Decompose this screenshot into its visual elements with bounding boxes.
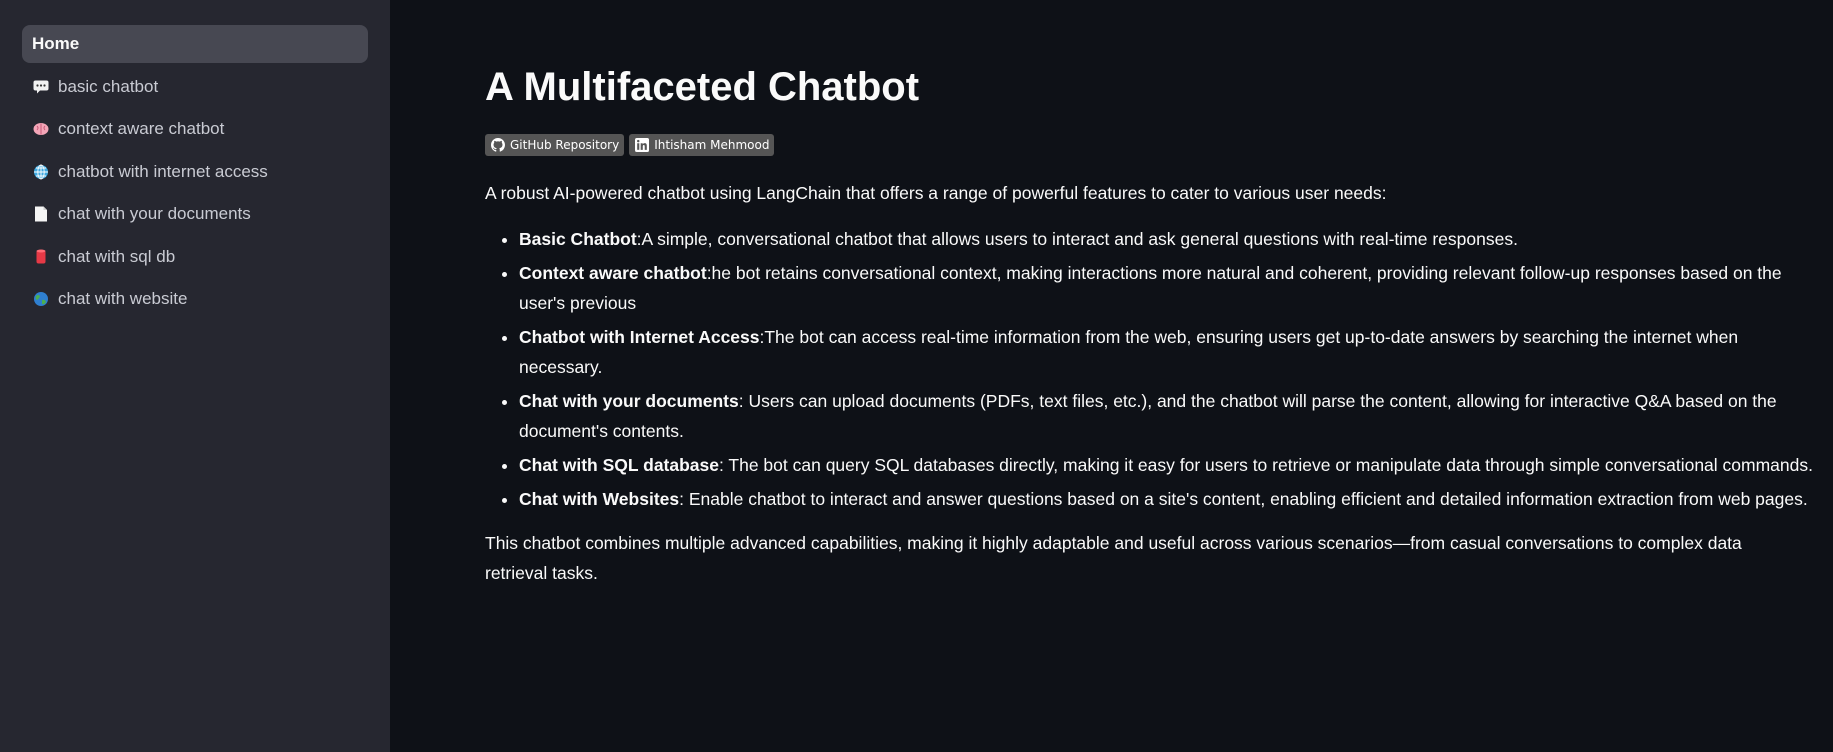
sidebar: Home basic chatbot context aware chatbot… <box>0 0 390 752</box>
sidebar-item-label: chat with your documents <box>58 204 251 223</box>
globe-meridians-icon <box>32 163 50 181</box>
list-item: Context aware chatbot:he bot retains con… <box>519 258 1833 318</box>
feature-text: : Enable chatbot to interact and answer … <box>679 489 1808 509</box>
github-badge[interactable]: GitHub Repository <box>485 134 625 156</box>
linkedin-icon <box>634 138 649 153</box>
feature-name: Context aware chatbot <box>519 263 707 283</box>
list-item: Basic Chatbot:A simple, conversational c… <box>519 224 1833 254</box>
sidebar-item-label: chat with sql db <box>58 246 176 266</box>
sidebar-item-label: Home <box>32 34 80 53</box>
list-item: Chat with your documents: Users can uplo… <box>519 386 1833 446</box>
feature-text: :he bot retains conversational context, … <box>519 263 1782 313</box>
main-content: A Multifaceted Chatbot GitHub Repository… <box>390 0 1833 752</box>
intro-paragraph: A robust AI-powered chatbot using LangCh… <box>485 183 1387 203</box>
linkedin-badge[interactable]: Ihtisham Mehmood <box>629 134 775 156</box>
sidebar-item-label: chat with website <box>58 289 188 308</box>
feature-text: : The bot can query SQL databases direct… <box>719 455 1813 475</box>
badge-label: Ihtisham Mehmood <box>654 138 770 152</box>
app-root: Home basic chatbot context aware chatbot… <box>0 0 1833 752</box>
badge-row: GitHub Repository Ihtisham Mehmood <box>485 134 1833 156</box>
database-icon <box>32 248 50 266</box>
sidebar-item-chat-website[interactable]: chat with website <box>22 280 368 318</box>
sidebar-item-chatbot-internet[interactable]: chatbot with internet access <box>22 153 368 191</box>
sidebar-item-chat-sql[interactable]: chat with sql db <box>22 238 368 276</box>
page-title: A Multifaceted Chatbot <box>485 65 920 109</box>
feature-name: Chat with Websites <box>519 489 680 509</box>
brain-icon <box>32 120 50 138</box>
sidebar-item-home[interactable]: Home <box>22 25 368 63</box>
list-item: Chat with SQL database: The bot can quer… <box>519 450 1833 480</box>
feature-name: Chat with SQL database <box>519 455 719 475</box>
list-item: Chat with Websites: Enable chatbot to in… <box>519 484 1833 514</box>
sidebar-item-chat-documents[interactable]: chat with your documents <box>22 195 368 233</box>
outro-paragraph: This chatbot combines multiple advanced … <box>485 533 1742 583</box>
github-icon <box>490 138 505 153</box>
feature-name: Chatbot with Internet Access <box>519 327 760 347</box>
feature-name: Chat with your documents <box>519 391 739 411</box>
feature-list: Basic Chatbot:A simple, conversational c… <box>485 224 1833 514</box>
feature-name: Basic Chatbot <box>519 229 637 249</box>
feature-text: :A simple, conversational chatbot that a… <box>636 229 1518 249</box>
sidebar-item-basic-chatbot[interactable]: basic chatbot <box>22 68 368 106</box>
document-icon <box>32 205 50 223</box>
speech-bubble-icon <box>32 78 50 96</box>
earth-icon <box>32 290 50 308</box>
list-item: Chatbot with Internet Access:The bot can… <box>519 322 1833 382</box>
sidebar-item-label: chatbot with internet access <box>58 161 268 181</box>
sidebar-item-label: context aware chatbot <box>58 119 225 138</box>
sidebar-item-context-aware-chatbot[interactable]: context aware chatbot <box>22 110 368 148</box>
badge-label: GitHub Repository <box>510 138 620 152</box>
sidebar-item-label: basic chatbot <box>58 76 159 96</box>
